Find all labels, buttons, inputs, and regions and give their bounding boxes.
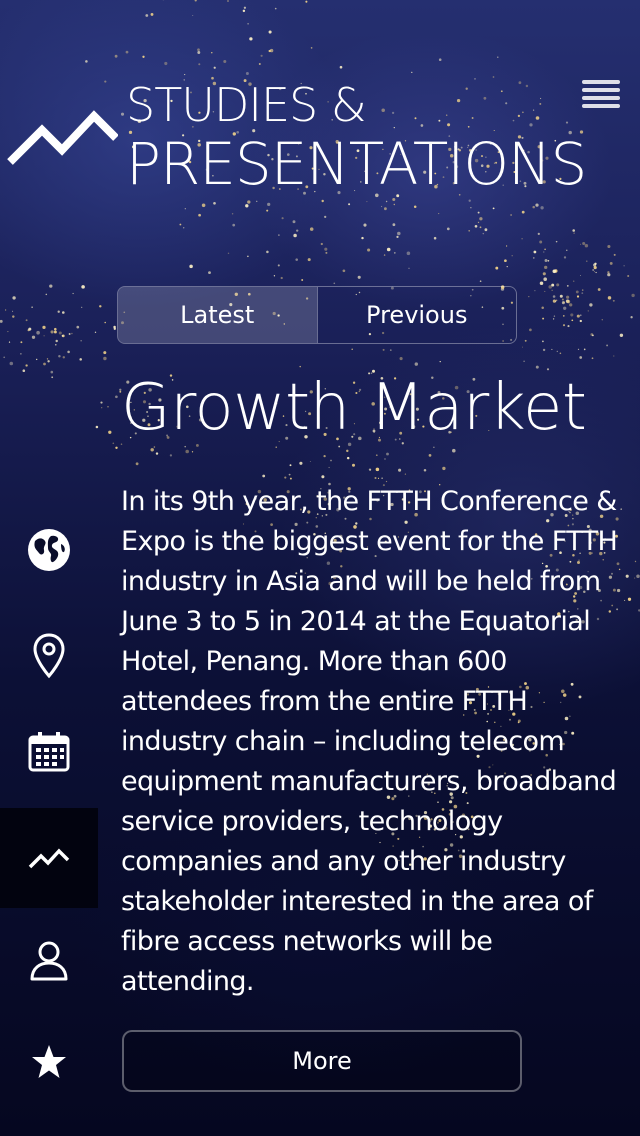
location-pin-icon — [33, 633, 65, 679]
page-title: STUDIES & PRESENTATIONS — [126, 78, 587, 198]
sidebar-item-location[interactable] — [0, 606, 98, 706]
hamburger-menu-icon[interactable] — [582, 80, 620, 116]
person-icon — [30, 941, 68, 981]
star-icon — [32, 1045, 66, 1078]
article-body: In its 9th year, the FTTH Conference & E… — [121, 486, 618, 997]
globe-icon — [28, 529, 70, 571]
growth-chart-icon — [28, 848, 70, 869]
page-title-line-1: STUDIES & — [126, 78, 367, 132]
tab-latest[interactable]: Latest — [118, 287, 317, 343]
sidebar-item-favorites[interactable] — [0, 1012, 98, 1112]
calendar-icon — [28, 732, 70, 772]
tab-switcher: Latest Previous — [117, 286, 517, 344]
sidebar-item-globe[interactable] — [0, 500, 98, 600]
growth-chart-logo — [7, 110, 118, 165]
article-headline: Growth Market — [121, 371, 587, 445]
sidebar-item-calendar[interactable] — [0, 702, 98, 802]
sidebar-item-profile[interactable] — [0, 910, 98, 1010]
page-title-line-2: PRESENTATIONS — [126, 130, 587, 198]
tab-previous[interactable]: Previous — [316, 287, 517, 343]
more-button[interactable]: More — [122, 1030, 522, 1092]
sidebar-item-studies[interactable] — [0, 808, 98, 908]
